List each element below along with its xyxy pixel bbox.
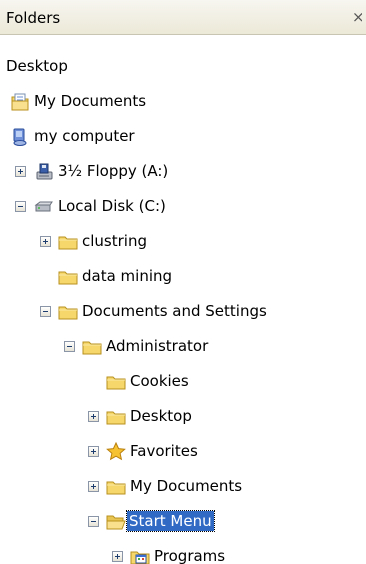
programs-folder-icon — [130, 547, 150, 564]
tree-item-local-disk-c[interactable]: Local Disk (C:) — [0, 194, 366, 222]
tree-item-documents-and-settings[interactable]: Documents and Settings — [0, 299, 366, 327]
tree-item-administrator[interactable]: Administrator — [0, 334, 366, 362]
collapse-minus-icon[interactable] — [40, 306, 51, 317]
tree-item-label: My Documents — [34, 92, 147, 110]
folders-pane-header: Folders × — [0, 0, 366, 35]
close-icon[interactable]: × — [352, 5, 362, 29]
expand-plus-icon[interactable] — [112, 551, 123, 562]
tree-item-my-documents[interactable]: My Documents — [0, 89, 366, 117]
tree-item-clustring[interactable]: clustring — [0, 229, 366, 257]
tree-item-desktop-root[interactable]: Desktop — [0, 54, 366, 82]
expand-plus-icon[interactable] — [88, 446, 99, 457]
favorites-star-icon — [106, 442, 126, 462]
tree-item-my-computer[interactable]: my computer — [0, 124, 366, 152]
tree-item-start-menu[interactable]: Start Menu — [0, 509, 366, 537]
tree-item-label: Local Disk (C:) — [58, 197, 166, 215]
tree-item-label: Desktop — [130, 407, 192, 425]
hard-disk-icon — [34, 197, 54, 217]
folder-icon — [82, 337, 102, 357]
folder-icon — [58, 232, 78, 252]
tree-item-my-documents-user[interactable]: My Documents — [0, 474, 366, 502]
folder-icon — [58, 267, 78, 287]
expand-plus-icon[interactable] — [88, 481, 99, 492]
tree-item-label: clustring — [82, 232, 147, 250]
collapse-minus-icon[interactable] — [15, 201, 26, 212]
expand-plus-icon[interactable] — [88, 411, 99, 422]
tree-item-label: my computer — [34, 127, 135, 145]
tree-item-label: My Documents — [130, 477, 243, 495]
folders-pane-title: Folders — [6, 9, 61, 27]
tree-item-favorites[interactable]: Favorites — [0, 439, 366, 467]
expand-plus-icon[interactable] — [40, 236, 51, 247]
folders-pane: Folders × Desktop My Documents my comput… — [0, 0, 366, 564]
tree-item-floppy-a[interactable]: 3½ Floppy (A:) — [0, 159, 366, 187]
collapse-minus-icon[interactable] — [88, 516, 99, 527]
collapse-minus-icon[interactable] — [64, 341, 75, 352]
floppy-drive-icon — [34, 162, 54, 182]
tree-item-label-selected: Start Menu — [126, 510, 215, 532]
my-computer-icon — [10, 127, 30, 147]
tree-item-label: 3½ Floppy (A:) — [58, 162, 169, 180]
folder-icon — [106, 477, 126, 497]
tree-item-desktop[interactable]: Desktop — [0, 404, 366, 432]
tree-item-label: Cookies — [130, 372, 189, 390]
tree-item-label: Desktop — [6, 57, 68, 75]
tree-item-data-mining[interactable]: data mining — [0, 264, 366, 292]
folder-tree: Desktop My Documents my computer 3½ Flop… — [0, 35, 366, 564]
folder-icon — [106, 407, 126, 427]
open-folder-icon — [106, 512, 126, 532]
tree-item-label: data mining — [82, 267, 173, 285]
expand-plus-icon[interactable] — [15, 166, 26, 177]
tree-item-label: Administrator — [106, 337, 209, 355]
folder-icon — [106, 372, 126, 392]
tree-item-label: Documents and Settings — [82, 302, 267, 320]
my-documents-icon — [10, 92, 30, 112]
tree-item-programs[interactable]: Programs — [0, 544, 366, 564]
tree-item-label: Favorites — [130, 442, 198, 460]
folder-icon — [58, 302, 78, 322]
tree-item-label: Programs — [154, 547, 226, 564]
tree-item-cookies[interactable]: Cookies — [0, 369, 366, 397]
